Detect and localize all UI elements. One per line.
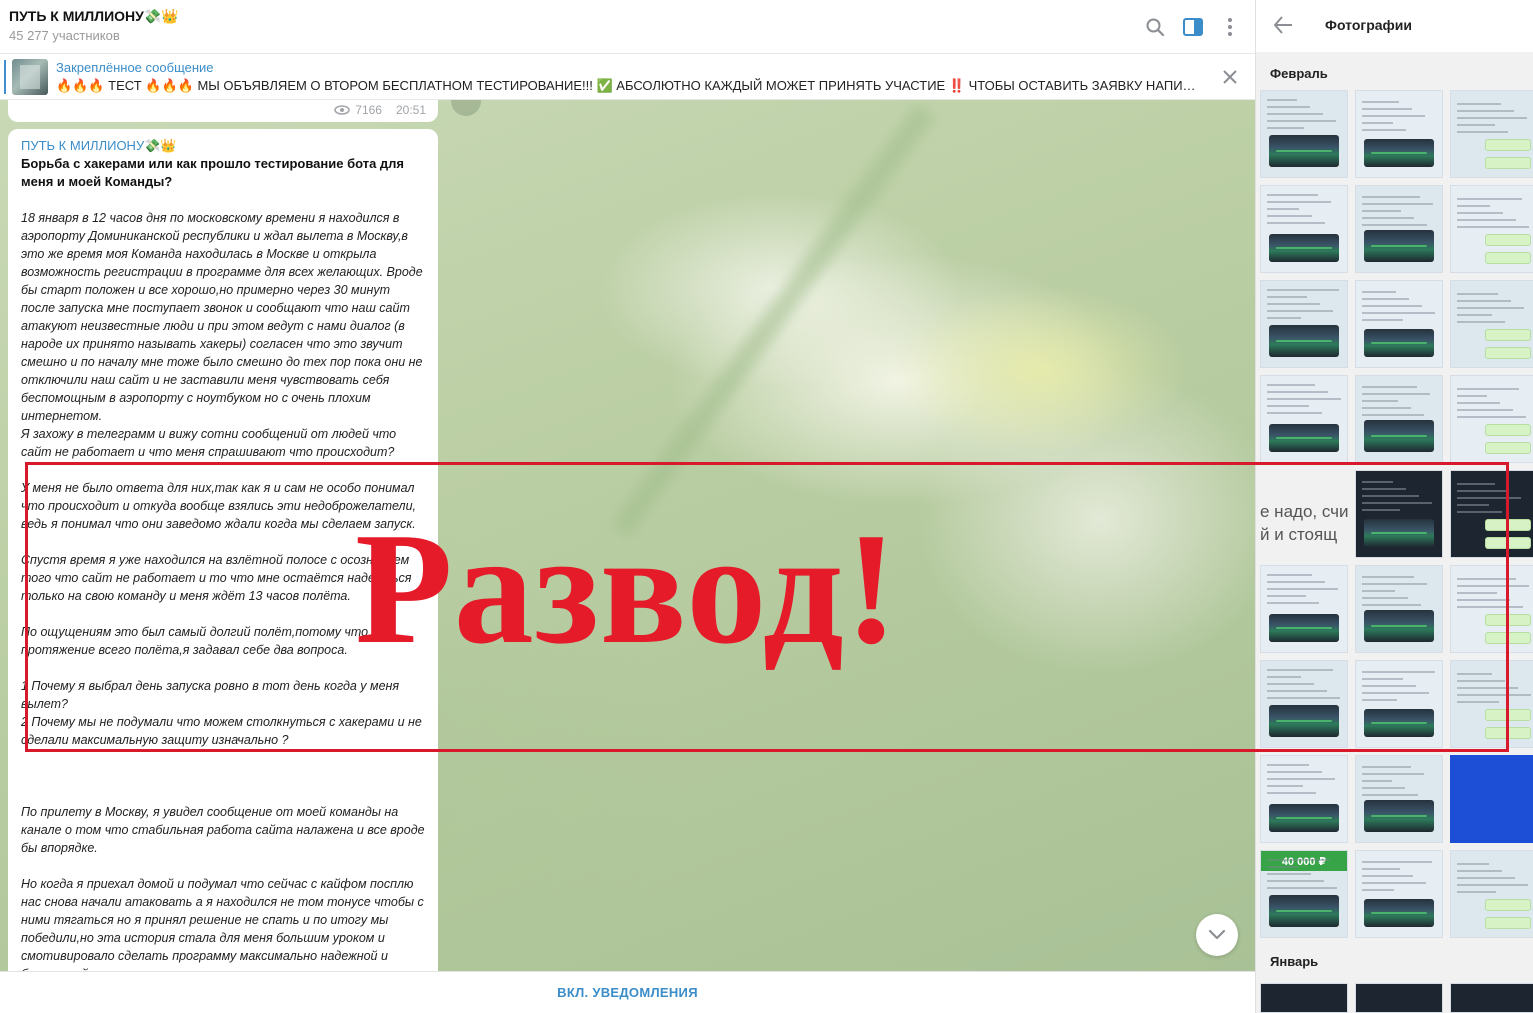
scam-stamp: Развод! xyxy=(355,499,899,677)
photo-thumbnail[interactable] xyxy=(1355,983,1443,1013)
month-heading: Февраль xyxy=(1270,66,1328,81)
more-vertical-icon[interactable] xyxy=(1217,14,1243,40)
post-author[interactable]: ПУТЬ К МИЛЛИОНУ💸👑 xyxy=(21,137,425,154)
photo-thumbnail[interactable] xyxy=(1450,90,1533,178)
photo-thumbnail[interactable]: 40 000 ₽ xyxy=(1260,850,1348,938)
photo-thumbnail[interactable] xyxy=(1450,755,1533,843)
chat-header[interactable]: ПУТЬ К МИЛЛИОНУ💸👑 45 277 участников xyxy=(0,0,1255,54)
sidebar-toggle-icon[interactable] xyxy=(1180,14,1206,40)
chevron-down-icon xyxy=(1208,929,1226,940)
photo-thumbnail[interactable] xyxy=(1355,755,1443,843)
views: 7166 xyxy=(334,103,382,117)
photo-thumbnail[interactable] xyxy=(1355,375,1443,463)
pinned-message-bar[interactable]: Закреплённое сообщение 🔥🔥🔥 ТЕСТ 🔥🔥🔥 МЫ О… xyxy=(0,54,1255,100)
media-panel-header: Фотографии xyxy=(1256,0,1533,52)
enable-notifications-button[interactable]: ВКЛ. УВЕДОМЛЕНИЯ xyxy=(557,985,698,1000)
photo-thumbnail[interactable] xyxy=(1450,375,1533,463)
price-label: 40 000 ₽ xyxy=(1261,851,1347,871)
photo-thumbnail[interactable] xyxy=(1260,755,1348,843)
post-paragraph: По прилету в Москву, я увидел сообщение … xyxy=(21,805,425,855)
post-paragraph: 18 января в 12 часов дня по московскому … xyxy=(21,211,423,459)
photo-thumbnail[interactable] xyxy=(1450,850,1533,938)
back-arrow-icon[interactable] xyxy=(1272,14,1296,38)
view-count: 7166 xyxy=(355,103,382,117)
photo-thumbnail[interactable] xyxy=(1260,375,1348,463)
post-title: Борьба с хакерами или как прошло тестиро… xyxy=(21,156,405,189)
photo-thumbnail[interactable] xyxy=(1450,280,1533,368)
photo-thumbnail[interactable] xyxy=(1260,185,1348,273)
photo-thumbnail[interactable] xyxy=(1450,983,1533,1013)
post-paragraph: Но когда я приехал домой и подумал что с… xyxy=(21,877,424,981)
photo-thumbnail[interactable] xyxy=(1355,90,1443,178)
photo-thumbnail[interactable] xyxy=(1260,280,1348,368)
channel-title[interactable]: ПУТЬ К МИЛЛИОНУ💸👑 xyxy=(9,8,179,25)
pinned-text: 🔥🔥🔥 ТЕСТ 🔥🔥🔥 МЫ ОБЪЯВЛЯЕМ О ВТОРОМ БЕСПЛ… xyxy=(56,78,1196,93)
message-meta: 7166 20:51 xyxy=(334,103,426,117)
month-heading: Январь xyxy=(1270,954,1319,969)
photo-thumbnail[interactable] xyxy=(1260,90,1348,178)
photo-thumbnail[interactable] xyxy=(1355,185,1443,273)
photo-thumbnail[interactable] xyxy=(1260,983,1348,1013)
media-panel-title: Фотографии xyxy=(1325,17,1413,33)
member-count: 45 277 участников xyxy=(9,28,120,43)
notify-bar[interactable]: ВКЛ. УВЕДОМЛЕНИЯ xyxy=(0,971,1255,1013)
photo-thumbnail[interactable] xyxy=(1450,185,1533,273)
post-paragraph-empty xyxy=(21,767,425,785)
pinned-thumbnail xyxy=(12,59,48,95)
previous-message: 7166 20:51 xyxy=(8,100,438,122)
message-time: 20:51 xyxy=(395,103,426,117)
scroll-down-button[interactable] xyxy=(1196,914,1238,956)
photo-thumbnail[interactable] xyxy=(1355,280,1443,368)
pinned-indicator xyxy=(4,60,6,94)
close-icon[interactable] xyxy=(1217,64,1243,90)
eye-icon xyxy=(334,105,351,115)
pinned-label: Закреплённое сообщение xyxy=(56,60,214,75)
photo-thumbnail[interactable] xyxy=(1355,850,1443,938)
search-icon[interactable] xyxy=(1142,14,1168,40)
